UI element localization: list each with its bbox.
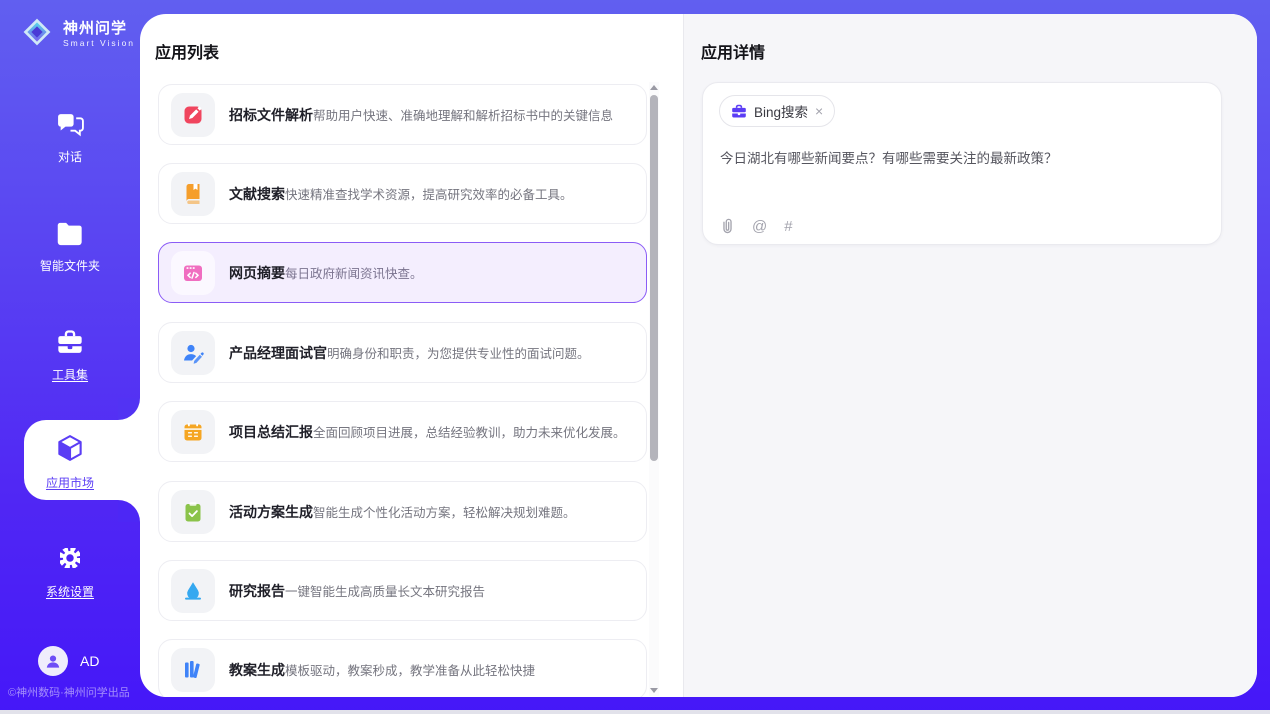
sidebar-item-smart-folder[interactable]: 智能文件夹 [0, 222, 140, 274]
diamond-logo-icon [18, 13, 56, 51]
app-card-name: 教案生成 [229, 662, 285, 678]
chat-icon [56, 112, 85, 137]
webpage-icon [171, 251, 215, 295]
app-card-bid-analysis[interactable]: 招标文件解析帮助用户快速、准确地理解和解析招标书中的关键信息 [158, 84, 647, 145]
app-card-webpage-summary[interactable]: 网页摘要每日政府新闻资讯快查。 [158, 242, 647, 303]
sidebar-item-settings[interactable]: 系统设置 [0, 544, 140, 600]
sidebar: 神州问学 Smart Vision 对话 智能文件夹 工具集 [0, 0, 140, 714]
interviewer-icon [171, 331, 215, 375]
sidebar-item-label: 智能文件夹 [0, 257, 140, 274]
app-card-description: 快速精准查找学术资源，提高研究效率的必备工具。 [285, 188, 573, 202]
user-account[interactable]: AD [38, 646, 99, 676]
bubble-fillet-top [118, 398, 140, 420]
sidebar-item-label: 系统设置 [0, 583, 140, 600]
app-card-description: 智能生成个性化活动方案，轻松解决规划难题。 [313, 506, 576, 520]
app-card-event-plan[interactable]: 活动方案生成智能生成个性化活动方案，轻松解决规划难题。 [158, 481, 647, 542]
app-card-pm-interviewer[interactable]: 产品经理面试官明确身份和职责，为您提供专业性的面试问题。 [158, 322, 647, 383]
avatar [38, 646, 68, 676]
user-name-label: AD [80, 653, 99, 669]
sidebar-item-label: 应用市场 [0, 474, 140, 491]
main-content: 应用列表 招标文件解析帮助用户快速、准确地理解和解析招标书中的关键信息 文献搜索… [140, 14, 1257, 697]
tool-tag-label: Bing搜索 [754, 101, 808, 121]
app-card-research-report[interactable]: 研究报告一键智能生成高质量长文本研究报告 [158, 560, 647, 621]
books-icon [171, 648, 215, 692]
prompt-card: Bing搜索 × 今日湖北有哪些新闻要点？有哪些需要关注的最新政策？ @ # [702, 82, 1222, 245]
bubble-fillet-bottom [118, 500, 140, 522]
briefcase-icon [731, 104, 747, 119]
app-card-literature-search[interactable]: 文献搜索快速精准查找学术资源，提高研究效率的必备工具。 [158, 163, 647, 224]
app-card-name: 活动方案生成 [229, 504, 313, 520]
app-card-lesson-plan[interactable]: 教案生成模板驱动，教案秒成，教学准备从此轻松快捷 [158, 639, 647, 697]
book-icon [171, 172, 215, 216]
prompt-toolbar: @ # [720, 217, 793, 235]
sidebar-item-label: 对话 [0, 148, 140, 165]
copyright-text: ©神州数码·神州问学出品 [8, 684, 130, 700]
user-icon [45, 653, 61, 669]
list-scrollbar[interactable] [649, 82, 659, 696]
sidebar-item-chat[interactable]: 对话 [0, 112, 140, 165]
app-card-description: 全面回顾项目进展，总结经验教训，助力未来优化发展。 [313, 426, 626, 440]
app-window: 神州问学 Smart Vision 对话 智能文件夹 工具集 [0, 0, 1270, 714]
app-card-description: 一键智能生成高质量长文本研究报告 [285, 585, 485, 599]
app-list-title: 应用列表 [155, 39, 219, 63]
edit-square-icon [171, 93, 215, 137]
app-card-description: 模板驱动，教案秒成，教学准备从此轻松快捷 [285, 664, 535, 678]
brand-text: 神州问学 Smart Vision [63, 17, 135, 48]
app-card-name: 文献搜索 [229, 186, 285, 202]
brand-logo: 神州问学 Smart Vision [18, 13, 135, 51]
app-card-name: 招标文件解析 [229, 107, 313, 123]
clipboard-check-icon [171, 490, 215, 534]
app-card-description: 每日政府新闻资讯快查。 [285, 267, 423, 281]
calendar-icon [171, 410, 215, 454]
scroll-down-icon[interactable] [650, 688, 658, 693]
app-card-name: 研究报告 [229, 583, 285, 599]
folder-icon [56, 222, 84, 246]
app-card-project-summary[interactable]: 项目总结汇报全面回顾项目进展，总结经验教训，助力未来优化发展。 [158, 401, 647, 462]
sidebar-item-label: 工具集 [0, 366, 140, 383]
mention-icon[interactable]: @ [752, 218, 767, 235]
ink-pen-icon [171, 569, 215, 613]
cube-icon [55, 433, 85, 463]
app-card-description: 明确身份和职责，为您提供专业性的面试问题。 [327, 347, 590, 361]
app-card-name: 产品经理面试官 [229, 345, 327, 361]
app-card-description: 帮助用户快速、准确地理解和解析招标书中的关键信息 [313, 109, 613, 123]
sidebar-item-app-market[interactable]: 应用市场 [0, 433, 140, 491]
scrollbar-thumb[interactable] [650, 95, 658, 461]
brand-name: 神州问学 [63, 17, 135, 38]
hash-icon[interactable]: # [784, 218, 792, 235]
app-card-name: 项目总结汇报 [229, 424, 313, 440]
gear-icon [56, 544, 84, 572]
attachment-icon[interactable] [720, 217, 735, 235]
close-icon[interactable]: × [815, 104, 823, 118]
sidebar-item-toolset[interactable]: 工具集 [0, 329, 140, 383]
scroll-up-icon[interactable] [650, 85, 658, 90]
app-detail-title: 应用详情 [701, 39, 765, 63]
tool-tag-bing-search[interactable]: Bing搜索 × [719, 95, 835, 127]
brand-subtitle: Smart Vision [63, 38, 135, 48]
toolbox-icon [56, 329, 84, 355]
app-detail-panel: 应用详情 Bing搜索 × 今日湖北有哪些新闻要点？有哪些需要关注的最新政策？ [684, 14, 1257, 697]
bottom-edge-strip [0, 710, 1270, 714]
app-card-name: 网页摘要 [229, 265, 285, 281]
prompt-text[interactable]: 今日湖北有哪些新闻要点？有哪些需要关注的最新政策？ [720, 147, 1200, 167]
